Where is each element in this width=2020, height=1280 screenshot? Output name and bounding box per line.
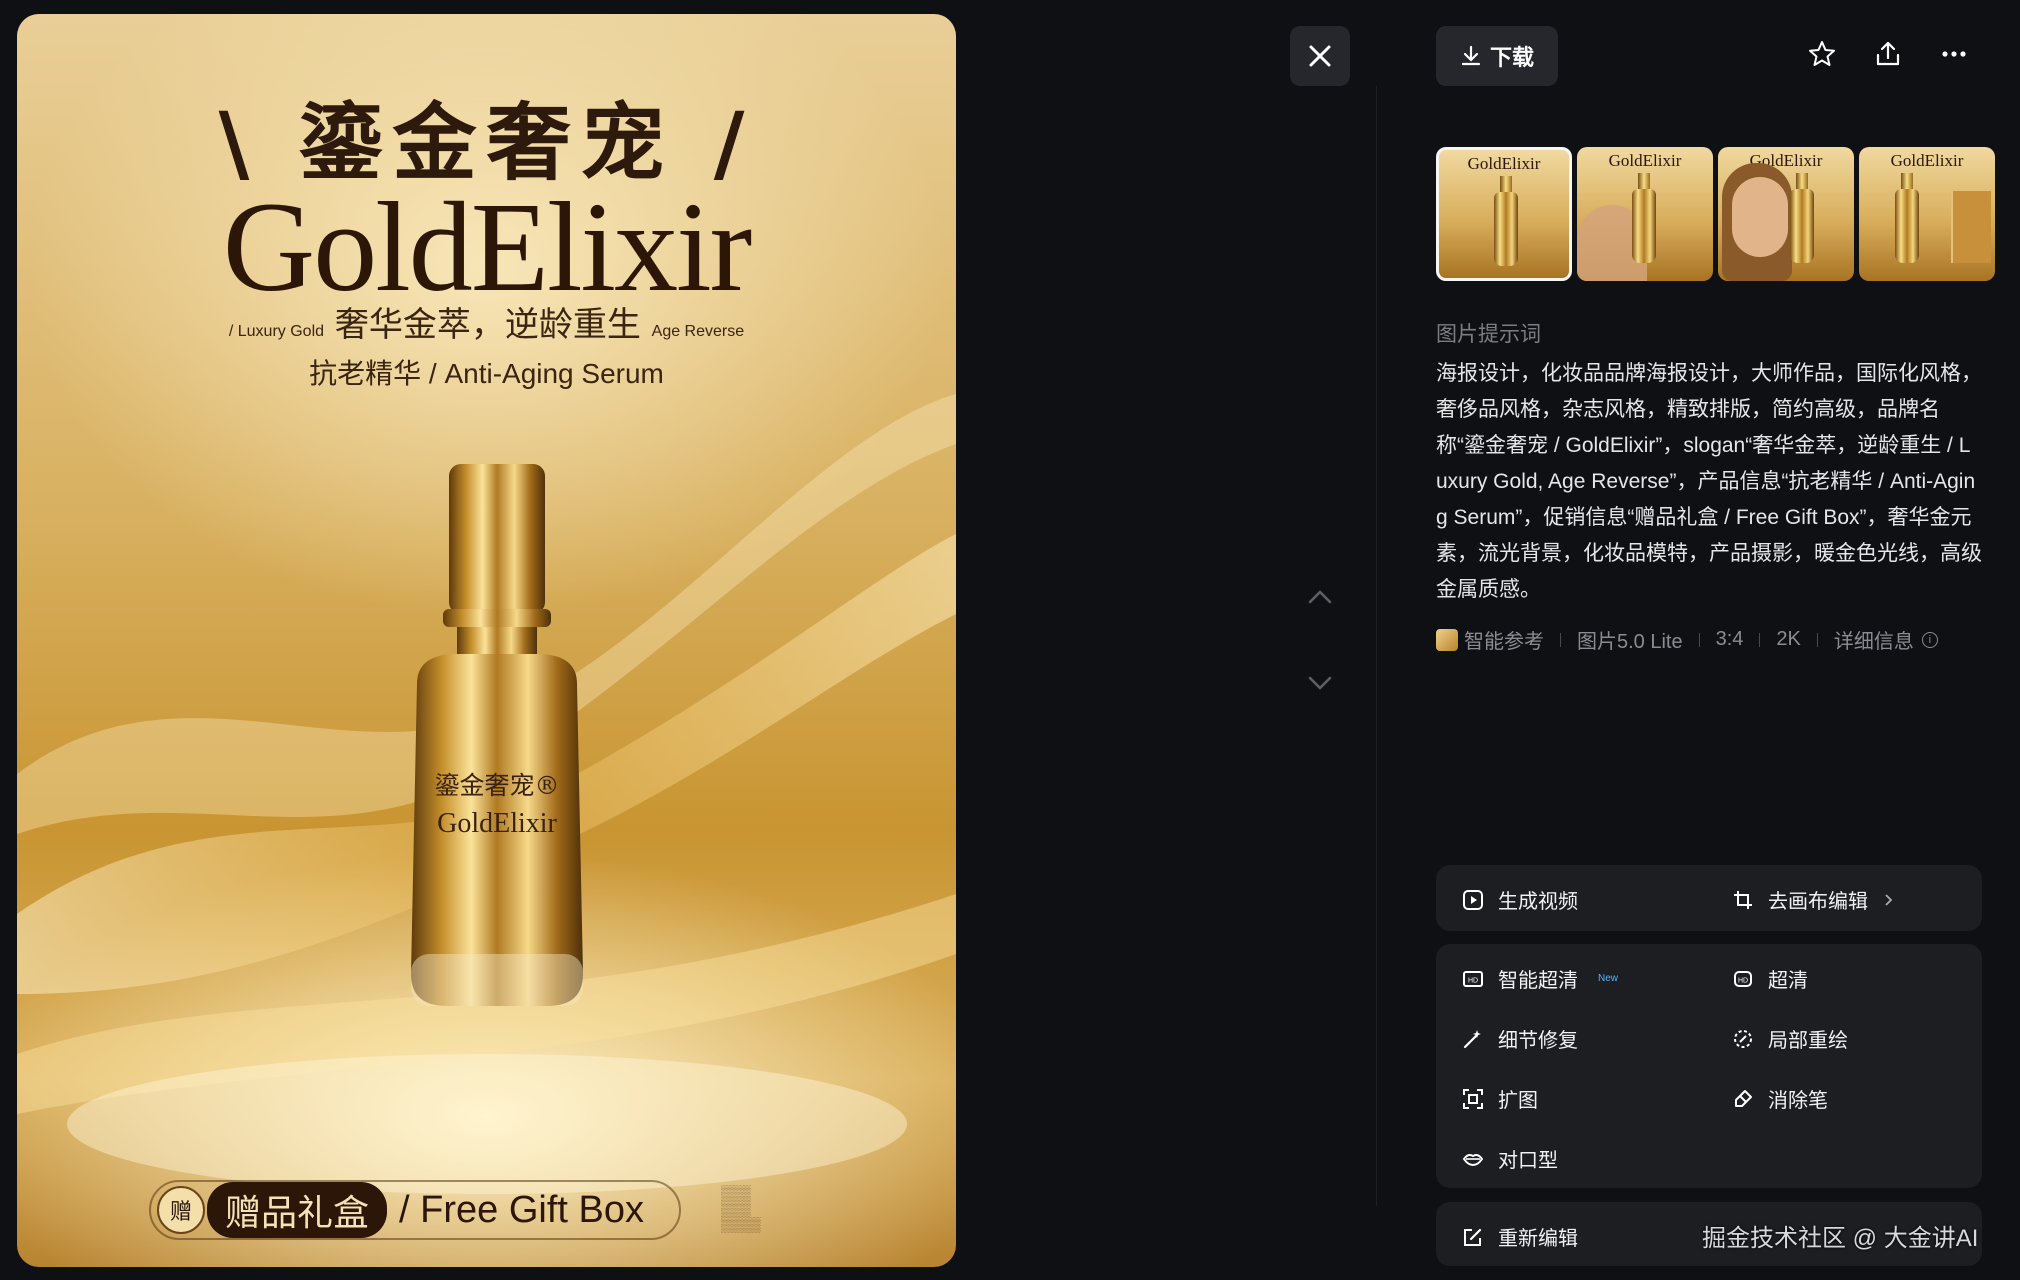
eraser-icon	[1735, 1089, 1752, 1107]
thumbnail-gift-box	[1951, 191, 1991, 263]
primary-actions-box: 生成视频 去画布编辑	[1436, 865, 1982, 931]
prompt-label: 图片提示词	[1436, 323, 1541, 346]
meta-reference[interactable]: 智能参考	[1464, 625, 1544, 654]
upscale-button[interactable]: HD 超清	[1732, 964, 1808, 993]
meta-ratio: 3:4	[1715, 628, 1744, 650]
panel-divider	[1376, 86, 1377, 1206]
thumbnail-bottle	[1895, 189, 1919, 263]
bottle-label-en: GoldElixir	[437, 808, 557, 839]
meta-row: 智能参考 图片5.0 Lite 3:4 2K 详细信息 i	[1436, 625, 1938, 654]
bottle-label: 鎏金奢宠® GoldElixir	[377, 766, 617, 840]
partial-redraw-button[interactable]: 局部重绘	[1732, 1024, 1848, 1053]
generate-video-label: 生成视频	[1498, 891, 1578, 913]
partial-redraw-label: 局部重绘	[1768, 1030, 1848, 1052]
detail-repair-button[interactable]: 细节修复	[1462, 1024, 1578, 1053]
upscale-label: 超清	[1768, 970, 1808, 992]
crop-icon	[1734, 890, 1752, 909]
magic-wand-icon	[1463, 1029, 1481, 1048]
lip-sync-label: 对口型	[1498, 1150, 1558, 1172]
svg-text:HD: HD	[1738, 977, 1748, 984]
thumbnail-strip: GoldElixir GoldElixir GoldElixir GoldEli…	[1436, 147, 1995, 281]
hd-box-icon: HD	[1734, 970, 1752, 987]
thumbnail-bottle	[1494, 192, 1518, 266]
share-icon[interactable]	[1872, 38, 1904, 70]
gift-side-decoration: ▒▒▒ ▒▒▒ ▒▒▒▒	[721, 1184, 761, 1232]
chevron-up-icon[interactable]	[1305, 582, 1335, 612]
meta-resolution: 2K	[1776, 628, 1801, 650]
slogan-prefix: / Luxury Gold	[228, 323, 325, 340]
thumbnail-model-face	[1732, 177, 1788, 257]
new-badge: New	[1598, 973, 1619, 984]
re-edit-label: 重新编辑	[1498, 1228, 1578, 1250]
download-button[interactable]: 下载	[1436, 26, 1558, 86]
meta-model: 图片5.0 Lite	[1577, 631, 1683, 653]
poster-slogan: / Luxury Gold 奢华金萃，逆龄重生 Age Reverse	[17, 297, 956, 346]
expand-label: 扩图	[1498, 1090, 1538, 1112]
generate-video-button[interactable]: 生成视频	[1462, 885, 1578, 914]
watermark: 掘金技术社区 @ 大金讲AI	[1702, 1225, 1979, 1252]
smart-upscale-label: 智能超清	[1498, 970, 1578, 992]
thumbnail-bottle	[1790, 189, 1814, 263]
meta-separator	[1816, 632, 1818, 647]
download-icon	[1461, 45, 1481, 66]
gift-label-en: / Free Gift Box	[399, 1188, 644, 1231]
svg-text:HD: HD	[1468, 977, 1478, 984]
redraw-icon	[1734, 1029, 1752, 1048]
meta-details[interactable]: 详细信息	[1834, 625, 1914, 654]
gift-label-cn: 赠品礼盒	[207, 1182, 388, 1238]
lips-icon	[1462, 1153, 1484, 1166]
expand-icon	[1463, 1088, 1483, 1109]
thumbnail-bottle	[1632, 189, 1656, 263]
chevron-right-icon	[1885, 893, 1893, 906]
star-icon[interactable]	[1806, 38, 1838, 70]
poster-image: \ 鎏金奢宠 / GoldElixir / Luxury Gold 奢华金萃，逆…	[17, 14, 956, 1267]
info-icon[interactable]: i	[1921, 631, 1938, 648]
meta-separator	[1759, 632, 1761, 647]
thumbnail-2[interactable]: GoldElixir	[1577, 147, 1713, 281]
lip-sync-button[interactable]: 对口型	[1462, 1144, 1558, 1173]
edit-tools-box: HD 智能超清 New HD 超清 细节修复 局部重绘 扩图 消除笔 对口型	[1436, 944, 1982, 1188]
thumbnail-title: GoldElixir	[1890, 151, 1964, 170]
thumbnail-3[interactable]: GoldElixir	[1718, 147, 1854, 281]
expand-button[interactable]: 扩图	[1462, 1084, 1538, 1113]
close-icon	[1309, 45, 1331, 67]
hd-icon: HD	[1463, 970, 1483, 987]
chevron-down-icon[interactable]	[1305, 668, 1335, 698]
eraser-button[interactable]: 消除笔	[1732, 1084, 1828, 1113]
close-button[interactable]	[1290, 26, 1350, 86]
prompt-text: 海报设计，化妆品品牌海报设计，大师作品，国际化风格，奢侈品风格，杂志风格，精致排…	[1436, 362, 1982, 601]
serum-bottle	[411, 464, 583, 1006]
meta-separator	[1698, 632, 1700, 647]
smart-upscale-button[interactable]: HD 智能超清 New	[1462, 964, 1618, 993]
slogan-cn: 奢华金萃，逆龄重生	[334, 305, 641, 345]
thumbnail-4[interactable]: GoldElixir	[1859, 147, 1995, 281]
more-icon[interactable]	[1938, 38, 1970, 70]
slogan-suffix: Age Reverse	[651, 323, 745, 340]
canvas-edit-label: 去画布编辑	[1768, 891, 1868, 913]
play-video-icon	[1463, 889, 1483, 910]
detail-repair-label: 细节修复	[1498, 1030, 1578, 1052]
reference-thumbnail	[1436, 628, 1458, 651]
poster-product: 抗老精华 / Anti-Aging Serum	[309, 358, 664, 389]
download-label: 下载	[1489, 45, 1534, 70]
gift-box-banner: 赠 赠品礼盒 / Free Gift Box	[149, 1180, 681, 1240]
thumbnail-title: GoldElixir	[1467, 154, 1541, 173]
gift-badge: 赠	[157, 1186, 205, 1234]
edit-icon	[1464, 1228, 1482, 1246]
re-edit-button[interactable]: 重新编辑	[1462, 1222, 1578, 1251]
meta-separator	[1560, 632, 1561, 647]
thumbnail-1[interactable]: GoldElixir	[1436, 147, 1572, 281]
canvas-edit-button[interactable]: 去画布编辑	[1732, 885, 1896, 914]
thumbnail-title: GoldElixir	[1608, 151, 1682, 170]
bottle-label-cn: 鎏金奢宠®	[434, 771, 560, 800]
eraser-label: 消除笔	[1768, 1090, 1828, 1112]
